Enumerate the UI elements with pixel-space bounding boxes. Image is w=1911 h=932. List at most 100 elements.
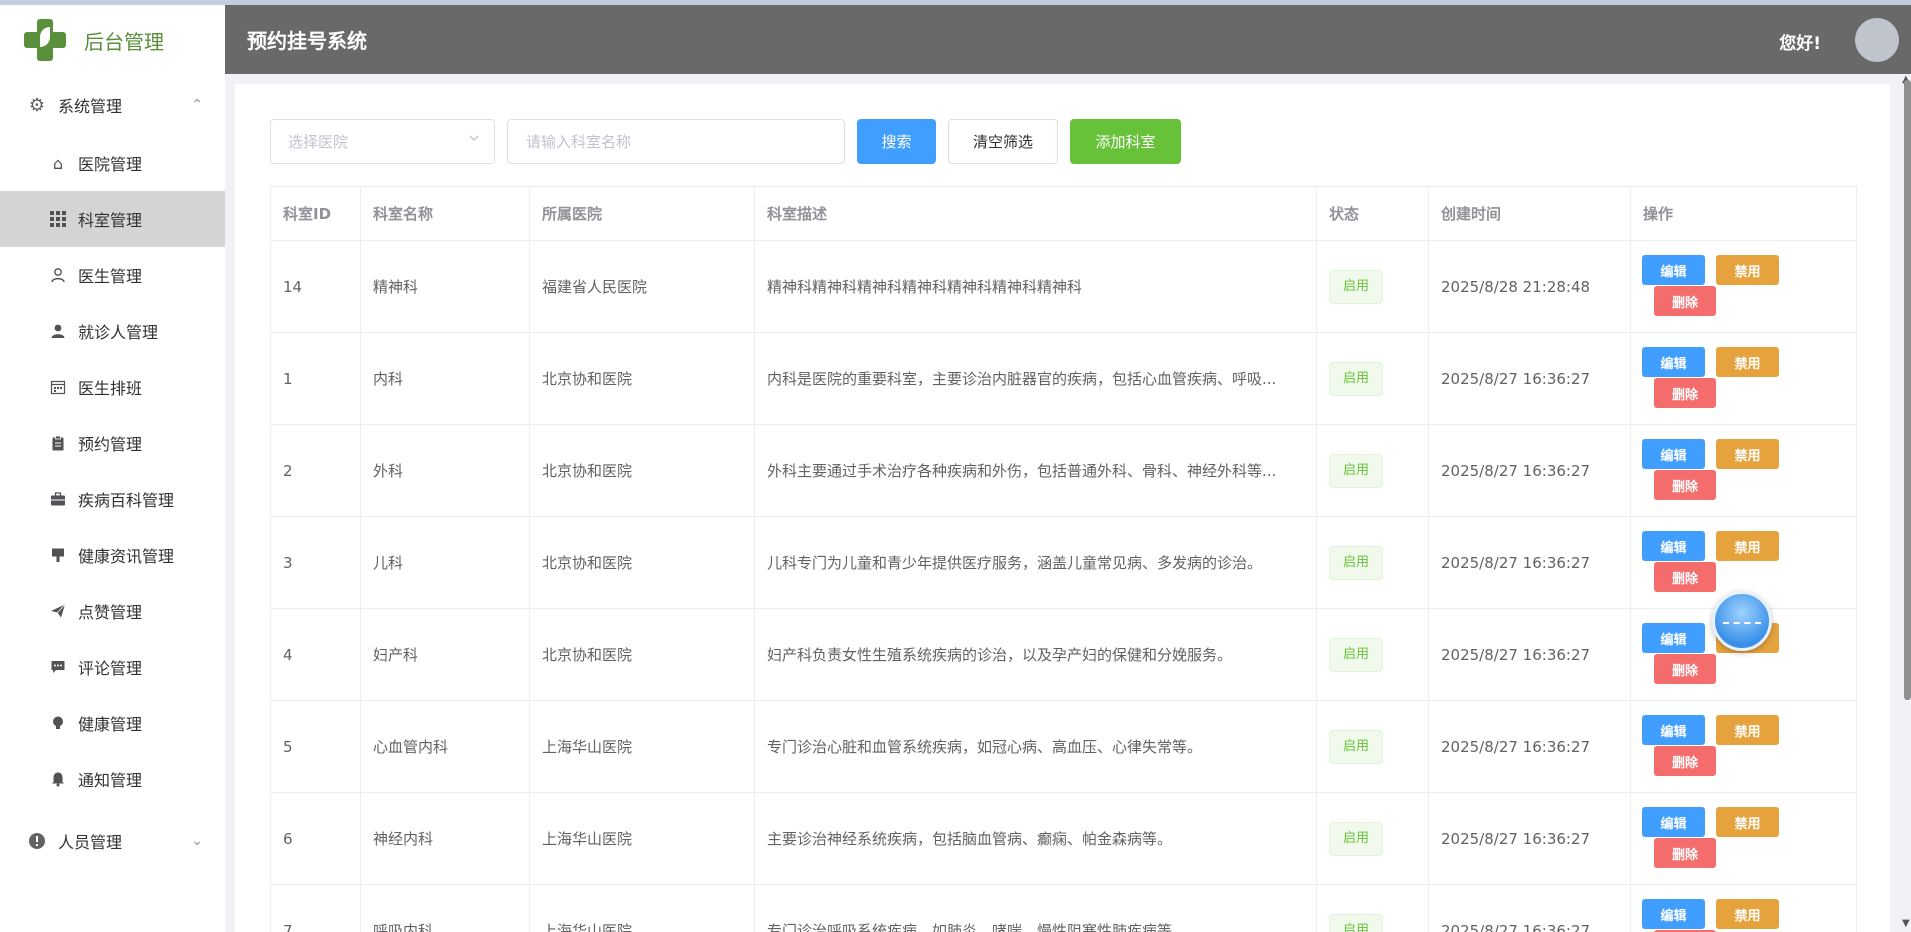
department-id-cell: 7 bbox=[270, 884, 361, 932]
disable-button[interactable]: 禁用 bbox=[1716, 255, 1779, 285]
calendar-icon bbox=[48, 377, 68, 397]
sidebar-item-health[interactable]: 健康管理 bbox=[0, 695, 225, 751]
actions-cell: 编辑禁用删除 bbox=[1630, 332, 1857, 425]
column-header[interactable]: 创建时间 bbox=[1428, 186, 1631, 241]
disable-button[interactable]: 禁用 bbox=[1716, 347, 1779, 377]
hospital-cell: 北京协和医院 bbox=[529, 516, 755, 609]
table-row: 3 儿科 北京协和医院 儿科专门为儿童和青少年提供医疗服务，涵盖儿童常见病、多发病的诊… bbox=[270, 516, 1857, 609]
window-top-edge bbox=[0, 0, 1911, 5]
edit-button[interactable]: 编辑 bbox=[1642, 807, 1705, 837]
hospital-select-placeholder: 选择医院 bbox=[288, 133, 349, 151]
scrollbar-thumb[interactable] bbox=[1904, 80, 1911, 700]
sidebar-item-label: 医院管理 bbox=[78, 155, 143, 174]
sidebar: 后台管理 ⚙ 系统管理 ⌃ ⌂ 医院管理 科室管理 医生管理 就诊人管理 医生排… bbox=[0, 5, 225, 932]
delete-button[interactable]: 删除 bbox=[1654, 838, 1716, 868]
sidebar-item-label: 点赞管理 bbox=[78, 603, 143, 622]
bell-icon bbox=[48, 769, 68, 789]
sidebar-item-appointment[interactable]: 预约管理 bbox=[0, 415, 225, 471]
disable-button[interactable]: 禁用 bbox=[1716, 531, 1779, 561]
delete-button[interactable]: 删除 bbox=[1654, 470, 1716, 500]
hospital-cell: 福建省人民医院 bbox=[529, 240, 755, 333]
medical-cross-logo-icon bbox=[22, 17, 68, 63]
delete-button[interactable]: 删除 bbox=[1654, 562, 1716, 592]
search-button[interactable]: 搜索 bbox=[857, 119, 936, 164]
avatar[interactable] bbox=[1855, 18, 1899, 62]
sidebar-item-label: 健康管理 bbox=[78, 715, 143, 734]
department-id-cell: 14 bbox=[270, 240, 361, 333]
description-cell: 外科主要通过手术治疗各种疾病和外伤，包括普通外科、骨科、神经外科等... bbox=[754, 424, 1317, 517]
status-badge: 启用 bbox=[1329, 913, 1383, 932]
delete-button[interactable]: 删除 bbox=[1654, 378, 1716, 408]
department-name-cell: 呼吸内科 bbox=[360, 884, 530, 932]
edit-button[interactable]: 编辑 bbox=[1642, 715, 1705, 745]
edit-button[interactable]: 编辑 bbox=[1642, 899, 1705, 929]
hospital-select[interactable]: 选择医院 bbox=[270, 119, 495, 164]
sidebar-item-schedule[interactable]: 医生排班 bbox=[0, 359, 225, 415]
delete-button[interactable]: 删除 bbox=[1654, 286, 1716, 316]
table-row: 2 外科 北京协和医院 外科主要通过手术治疗各种疾病和外伤，包括普通外科、骨科、神经外… bbox=[270, 424, 1857, 517]
menu-group-system[interactable]: ⚙ 系统管理 ⌃ bbox=[0, 75, 225, 135]
column-header[interactable]: 所属医院 bbox=[529, 186, 755, 241]
sidebar-item-department[interactable]: 科室管理 bbox=[0, 191, 225, 247]
table-row: 5 心血管内科 上海华山医院 专门诊治心脏和血管系统疾病，如冠心病、高血压、心律失常等… bbox=[270, 700, 1857, 793]
chevron-up-icon: ⌃ bbox=[191, 97, 203, 113]
sidebar-item-disease-wiki[interactable]: 疾病百科管理 bbox=[0, 471, 225, 527]
created-time-cell: 2025/8/27 16:36:27 bbox=[1428, 424, 1631, 517]
add-department-button[interactable]: 添加科室 bbox=[1070, 119, 1181, 164]
column-header[interactable]: 科室描述 bbox=[754, 186, 1317, 241]
chevron-down-icon bbox=[468, 132, 480, 148]
department-name-cell: 心血管内科 bbox=[360, 700, 530, 793]
disable-button[interactable]: 禁用 bbox=[1716, 715, 1779, 745]
floating-assistant-button[interactable] bbox=[1712, 591, 1772, 651]
sidebar-item-health-news[interactable]: 健康资讯管理 bbox=[0, 527, 225, 583]
user-icon bbox=[48, 321, 68, 341]
status-badge: 启用 bbox=[1329, 729, 1383, 764]
disable-button[interactable]: 禁用 bbox=[1716, 439, 1779, 469]
sidebar-item-hospital[interactable]: ⌂ 医院管理 bbox=[0, 135, 225, 191]
sidebar-item-label: 通知管理 bbox=[78, 771, 143, 790]
created-time-cell: 2025/8/28 21:28:48 bbox=[1428, 240, 1631, 333]
department-name-input[interactable]: 请输入科室名称 bbox=[507, 119, 845, 164]
status-badge: 启用 bbox=[1329, 637, 1383, 672]
edit-button[interactable]: 编辑 bbox=[1642, 255, 1705, 285]
department-table: 科室ID 科室名称 所属医院 科室描述 状态 创建时间 操作 14 精神科 福建省人… bbox=[270, 186, 1857, 932]
edit-button[interactable]: 编辑 bbox=[1642, 531, 1705, 561]
column-header[interactable]: 状态 bbox=[1316, 186, 1429, 241]
status-cell: 启用 bbox=[1316, 516, 1429, 609]
disable-button[interactable]: 禁用 bbox=[1716, 899, 1779, 929]
table-row: 4 妇产科 北京协和医院 妇产科负责女性生殖系统疾病的诊治，以及孕产妇的保健和分娩服务… bbox=[270, 608, 1857, 701]
created-time-cell: 2025/8/27 16:36:27 bbox=[1428, 516, 1631, 609]
sidebar-item-likes[interactable]: 点赞管理 bbox=[0, 583, 225, 639]
edit-button[interactable]: 编辑 bbox=[1642, 623, 1705, 653]
delete-button[interactable]: 删除 bbox=[1654, 746, 1716, 776]
menu-group-personnel[interactable]: 人员管理 ⌄ bbox=[0, 811, 225, 871]
description-cell: 儿科专门为儿童和青少年提供医疗服务，涵盖儿童常见病、多发病的诊治。 bbox=[754, 516, 1317, 609]
column-header[interactable]: 科室ID bbox=[270, 186, 361, 241]
clear-filter-button[interactable]: 清空筛选 bbox=[948, 119, 1058, 164]
edit-button[interactable]: 编辑 bbox=[1642, 347, 1705, 377]
sidebar-item-label: 医生排班 bbox=[78, 379, 143, 398]
sidebar-item-doctor[interactable]: 医生管理 bbox=[0, 247, 225, 303]
grid-icon bbox=[48, 209, 68, 229]
sidebar-item-patient[interactable]: 就诊人管理 bbox=[0, 303, 225, 359]
page-title: 预约挂号系统 bbox=[247, 29, 367, 53]
column-header: 操作 bbox=[1630, 186, 1857, 241]
sidebar-item-comments[interactable]: 评论管理 bbox=[0, 639, 225, 695]
status-badge: 启用 bbox=[1329, 821, 1383, 856]
disable-button[interactable]: 禁用 bbox=[1716, 807, 1779, 837]
delete-button[interactable]: 删除 bbox=[1654, 654, 1716, 684]
table-row: 6 神经内科 上海华山医院 主要诊治神经系统疾病，包括脑血管病、癫痫、帕金森病等。 启用… bbox=[270, 792, 1857, 885]
edit-button[interactable]: 编辑 bbox=[1642, 439, 1705, 469]
brush-icon bbox=[48, 545, 68, 565]
department-id-cell: 2 bbox=[270, 424, 361, 517]
column-header[interactable]: 科室名称 bbox=[360, 186, 530, 241]
created-time-cell: 2025/8/27 16:36:27 bbox=[1428, 332, 1631, 425]
sidebar-item-notification[interactable]: 通知管理 bbox=[0, 751, 225, 807]
menu-group-label: 系统管理 bbox=[58, 97, 123, 116]
scroll-down-arrow-icon[interactable]: ▼ bbox=[1902, 918, 1910, 929]
actions-cell: 编辑禁用删除 bbox=[1630, 240, 1857, 333]
status-badge: 启用 bbox=[1329, 361, 1383, 396]
description-cell: 主要诊治神经系统疾病，包括脑血管病、癫痫、帕金森病等。 bbox=[754, 792, 1317, 885]
hospital-cell: 北京协和医院 bbox=[529, 332, 755, 425]
brand: 后台管理 bbox=[0, 5, 225, 75]
